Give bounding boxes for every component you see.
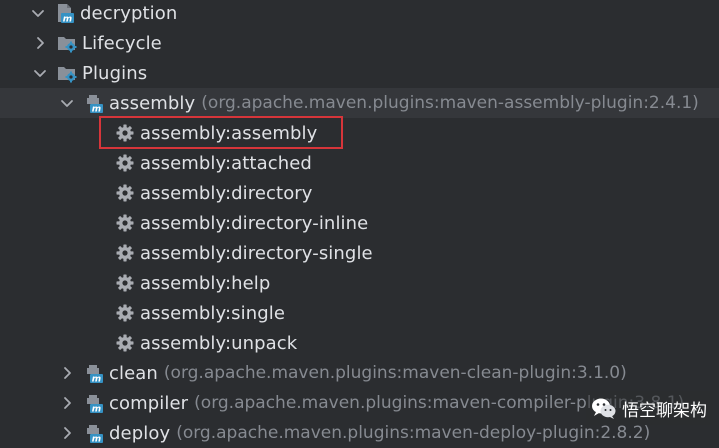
tree-node-plugins[interactable]: Plugins <box>0 58 719 88</box>
gear-icon <box>114 182 136 204</box>
maven-plugin-icon <box>83 92 105 114</box>
maven-tool-window-tree: decryption Lifecycle Plugins assembly (o… <box>0 0 719 439</box>
maven-module-icon <box>54 2 76 24</box>
chevron-right-icon[interactable] <box>59 365 75 381</box>
gear-icon <box>114 152 136 174</box>
tree-node-label: compiler <box>109 392 189 414</box>
chevron-down-icon[interactable] <box>30 5 46 21</box>
tree-node-assembly-plugin[interactable]: assembly (org.apache.maven.plugins:maven… <box>0 88 719 118</box>
goal-label: assembly:directory-single <box>140 242 373 264</box>
maven-plugin-icon <box>83 392 105 414</box>
goal-label: assembly:single <box>140 302 286 324</box>
maven-plugin-icon <box>83 362 105 384</box>
tree-node-label: deploy <box>109 422 171 444</box>
goal-assembly-directory[interactable]: assembly:directory <box>0 178 719 208</box>
tree-node-decryption[interactable]: decryption <box>0 0 719 28</box>
goal-assembly-help[interactable]: assembly:help <box>0 268 719 298</box>
gear-icon <box>114 272 136 294</box>
plugin-coordinates: (org.apache.maven.plugins:maven-assembly… <box>201 93 699 113</box>
chevron-right-icon[interactable] <box>32 35 48 51</box>
tree-node-label: Plugins <box>82 62 148 84</box>
tree-node-label: assembly <box>109 92 196 114</box>
plugin-coordinates: (org.apache.maven.plugins:maven-clean-pl… <box>163 363 627 383</box>
tree-node-label: decryption <box>80 2 178 24</box>
wechat-logo-icon <box>592 398 616 419</box>
goal-label: assembly:directory-inline <box>140 212 369 234</box>
goal-assembly-directory-single[interactable]: assembly:directory-single <box>0 238 719 268</box>
goal-label: assembly:directory <box>140 182 313 204</box>
watermark-text: 悟空聊架构 <box>622 400 707 421</box>
chevron-down-icon[interactable] <box>32 65 48 81</box>
tree-node-label: Lifecycle <box>82 32 162 54</box>
gear-icon <box>114 302 136 324</box>
gear-icon <box>114 242 136 264</box>
watermark: 悟空聊架构 <box>586 391 713 425</box>
chevron-down-icon[interactable] <box>59 95 75 111</box>
goal-assembly-single[interactable]: assembly:single <box>0 298 719 328</box>
goal-label: assembly:attached <box>140 152 312 174</box>
goal-assembly-directory-inline[interactable]: assembly:directory-inline <box>0 208 719 238</box>
gear-icon <box>114 122 136 144</box>
goal-assembly-unpack[interactable]: assembly:unpack <box>0 328 719 358</box>
chevron-right-icon[interactable] <box>59 395 75 411</box>
folder-gear-icon <box>56 32 78 54</box>
gear-icon <box>114 332 136 354</box>
tree-node-lifecycle[interactable]: Lifecycle <box>0 28 719 58</box>
goal-assembly-attached[interactable]: assembly:attached <box>0 148 719 178</box>
folder-gear-icon <box>56 62 78 84</box>
tree-node-clean-plugin[interactable]: clean (org.apache.maven.plugins:maven-cl… <box>0 358 719 388</box>
goal-label: assembly:assembly <box>140 122 318 144</box>
tree-node-label: clean <box>109 362 158 384</box>
maven-plugin-icon <box>83 422 105 444</box>
gear-icon <box>114 212 136 234</box>
goal-assembly-assembly[interactable]: assembly:assembly <box>0 118 719 148</box>
goal-label: assembly:help <box>140 272 271 294</box>
plugin-coordinates: (org.apache.maven.plugins:maven-deploy-p… <box>176 423 651 443</box>
goal-label: assembly:unpack <box>140 332 298 354</box>
